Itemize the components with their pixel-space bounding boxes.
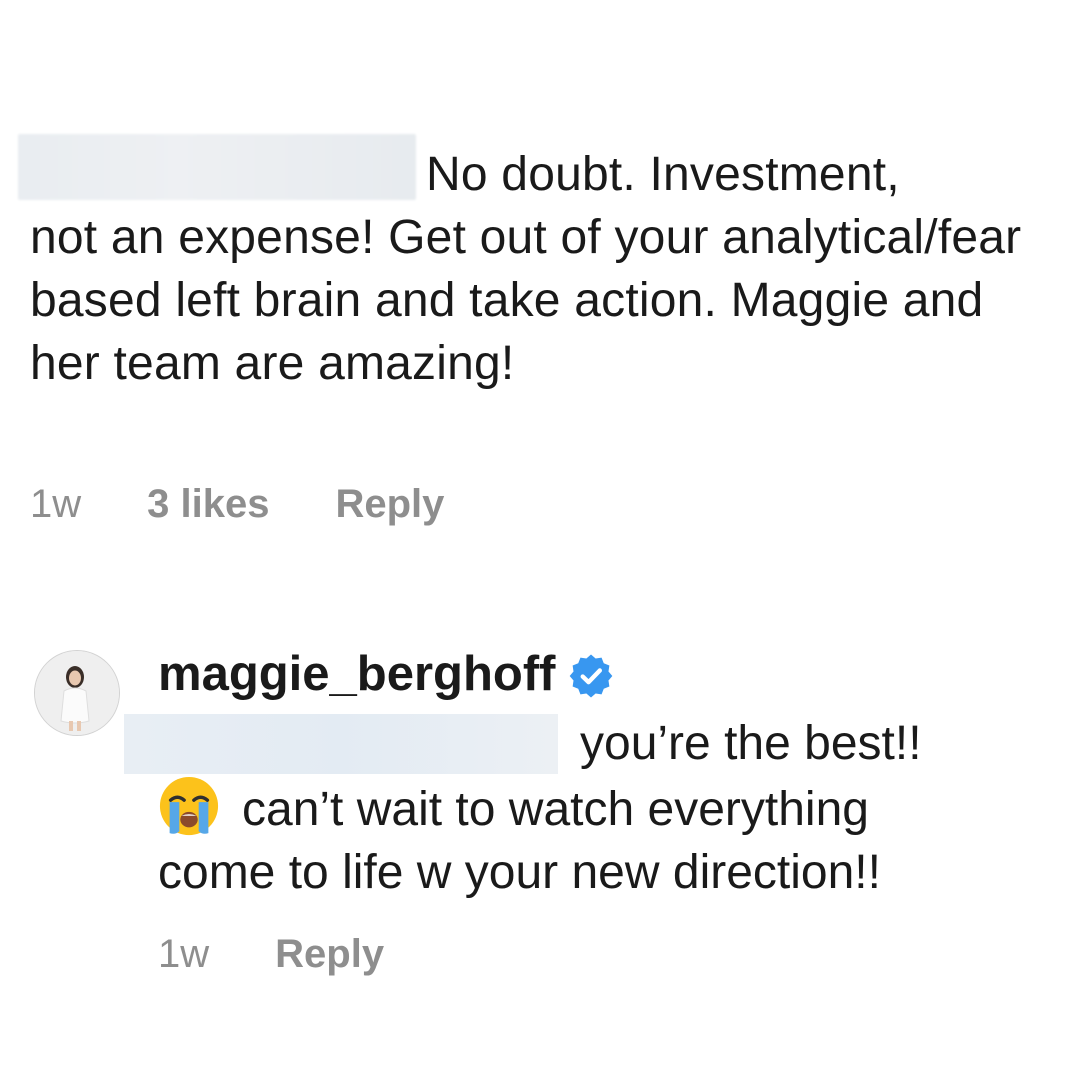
loudly-crying-face-emoji	[159, 776, 219, 836]
comment-text: No doubt. Investment, not an expense! Ge…	[18, 134, 1050, 395]
avatar-photo	[35, 651, 119, 735]
blurred-username[interactable]	[18, 134, 416, 200]
comment-text-line3: come to life w your new direction!!	[158, 846, 881, 899]
comment-text-line2: can’t wait to watch everything	[242, 783, 869, 836]
comment-username[interactable]: maggie_berghoff	[158, 646, 613, 702]
comment-meta-row: 1w Reply	[158, 932, 384, 977]
verified-badge-icon	[570, 654, 613, 698]
comment-timestamp: 1w	[30, 482, 82, 526]
comment-meta-row: 1w 3 likes Reply	[30, 482, 444, 527]
comment-text-line1: you’re the best!!	[580, 717, 922, 770]
comment-text-rest: not an expense! Get out of your analytic…	[30, 211, 1022, 390]
username-label: maggie_berghoff	[158, 647, 556, 701]
reply-button[interactable]: Reply	[335, 482, 444, 527]
avatar[interactable]	[34, 650, 120, 736]
likes-count[interactable]: 3 likes	[147, 482, 269, 527]
comment-timestamp: 1w	[158, 932, 210, 976]
comment-text-line1: No doubt. Investment,	[426, 148, 900, 201]
comment-text: you’re the best!! can’t wait to watch ev…	[158, 712, 1038, 904]
reply-button[interactable]: Reply	[275, 932, 384, 977]
